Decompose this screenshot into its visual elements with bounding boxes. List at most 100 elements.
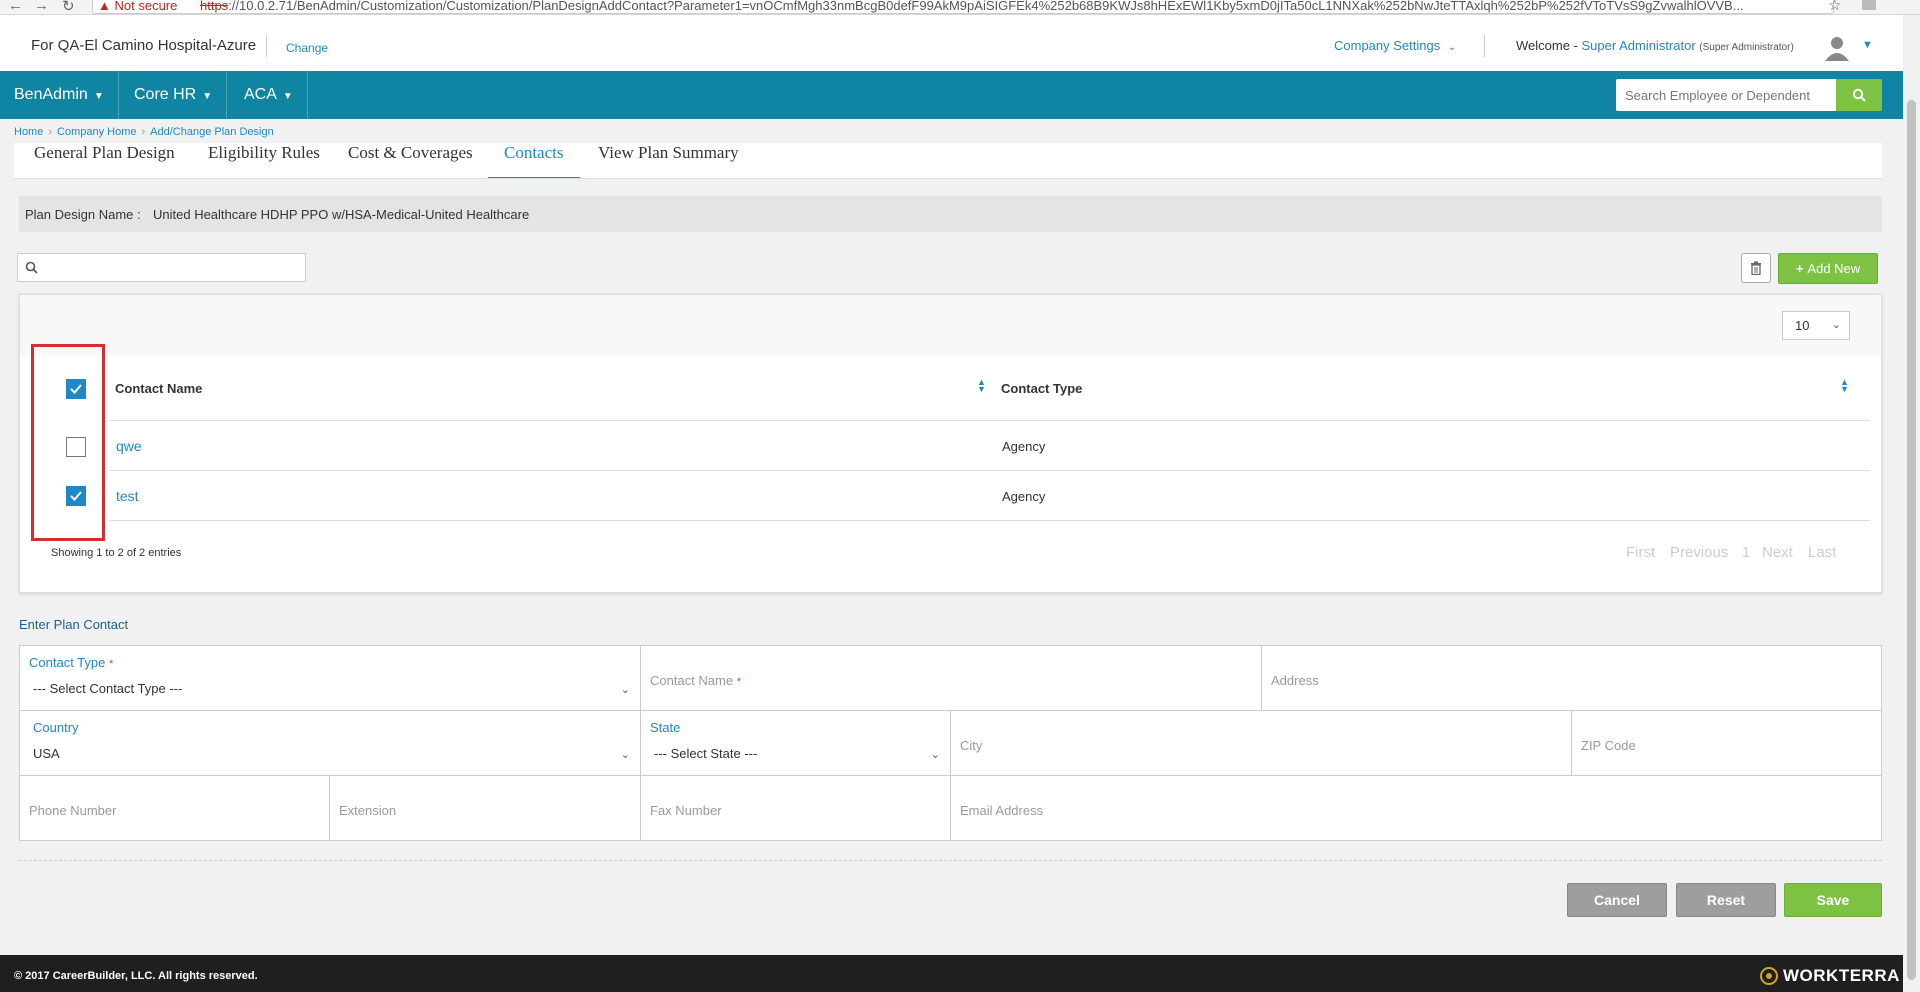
column-header-contact-name[interactable]: Contact Name: [115, 381, 202, 396]
checkmark-icon: [70, 491, 82, 501]
row-checkbox[interactable]: [66, 437, 86, 457]
extension-icon[interactable]: [1862, 0, 1876, 10]
employee-search-input[interactable]: [1616, 79, 1836, 111]
search-icon: [1852, 88, 1866, 102]
chevron-down-icon: ⌄: [620, 684, 630, 696]
address-placeholder: Address: [1271, 673, 1319, 688]
url-text[interactable]: https://10.0.2.71/BenAdmin/Customization…: [200, 0, 1820, 13]
user-role: (Super Administrator): [1699, 42, 1794, 53]
contact-name-field[interactable]: Contact Name *: [641, 646, 1262, 711]
state-value: --- Select State ---: [654, 746, 758, 761]
tab-divider: [14, 178, 1882, 179]
form-divider: [19, 860, 1882, 861]
footer: © 2017 CareerBuilder, LLC. All rights re…: [0, 955, 1903, 992]
phone-number-field[interactable]: Phone Number: [20, 776, 330, 840]
fax-number-placeholder: Fax Number: [650, 803, 722, 818]
state-label: State: [650, 720, 681, 735]
pager-first[interactable]: First: [1626, 544, 1655, 561]
select-all-checkbox[interactable]: [66, 379, 86, 399]
row-divider: [109, 520, 1870, 521]
plus-icon: +: [1795, 261, 1804, 276]
workterra-logo-icon: [1760, 967, 1778, 985]
zip-code-placeholder: ZIP Code: [1581, 738, 1636, 753]
plan-design-value: United Healthcare HDHP PPO w/HSA-Medical…: [153, 207, 530, 222]
contact-type-value: --- Select Contact Type ---: [33, 681, 183, 696]
tab-cost-coverages[interactable]: Cost & Coverages: [348, 143, 473, 177]
top-header: For QA-El Camino Hospital-Azure Change C…: [0, 15, 1903, 71]
page-scrollbar[interactable]: [1903, 15, 1920, 992]
chevron-down-icon: ▼: [93, 91, 104, 102]
enter-plan-contact-title: Enter Plan Contact: [19, 617, 129, 632]
column-header-contact-type[interactable]: Contact Type: [1001, 381, 1082, 396]
country-value: USA: [33, 746, 60, 761]
contact-type-select[interactable]: Contact Type * --- Select Contact Type -…: [20, 646, 641, 711]
user-name[interactable]: Super Administrator: [1582, 38, 1696, 53]
pager-next[interactable]: Next: [1762, 544, 1793, 561]
email-address-placeholder: Email Address: [960, 803, 1044, 818]
country-select[interactable]: Country USA ⌄: [20, 711, 641, 776]
required-asterisk: *: [736, 676, 741, 688]
nav-benadmin[interactable]: BenAdmin ▼: [0, 71, 119, 119]
sort-icon[interactable]: ▲ ▼: [977, 378, 986, 394]
breadcrumb-plan-design[interactable]: Add/Change Plan Design: [150, 126, 274, 138]
breadcrumb-separator: ›: [141, 126, 146, 138]
workterra-logo: WORKTERRA: [1760, 966, 1900, 986]
required-asterisk: *: [109, 658, 114, 670]
contact-name-link[interactable]: qwe: [116, 438, 142, 454]
contact-name-link[interactable]: test: [116, 488, 139, 504]
change-client-link[interactable]: Change: [286, 41, 328, 55]
delete-button[interactable]: [1741, 253, 1771, 283]
email-address-field[interactable]: Email Address: [951, 776, 1882, 840]
pager-last[interactable]: Last: [1808, 544, 1836, 561]
search-button[interactable]: [1836, 79, 1882, 111]
breadcrumb-separator: ›: [48, 126, 53, 138]
page-size-select[interactable]: 10 ⌄: [1782, 311, 1850, 340]
sort-icon[interactable]: ▲ ▼: [1840, 378, 1849, 394]
nav-aca[interactable]: ACA ▼: [230, 71, 308, 119]
pager-previous[interactable]: Previous: [1670, 544, 1728, 561]
reset-button[interactable]: Reset: [1676, 883, 1776, 917]
back-icon[interactable]: ←: [8, 0, 23, 14]
city-placeholder: City: [960, 738, 983, 753]
row-checkbox[interactable]: [66, 486, 86, 506]
trash-icon: [1751, 261, 1761, 275]
state-select[interactable]: State --- Select State --- ⌄: [641, 711, 951, 776]
table-filter-field[interactable]: [17, 253, 306, 282]
company-settings-menu[interactable]: Company Settings ⌄: [1334, 38, 1456, 53]
bookmark-star-icon[interactable]: ☆: [1828, 0, 1841, 14]
scrollbar-thumb[interactable]: [1907, 100, 1916, 980]
contact-type-cell: Agency: [1002, 489, 1046, 504]
forward-icon[interactable]: →: [34, 0, 49, 14]
row-divider: [109, 420, 1870, 421]
address-field[interactable]: Address: [1262, 646, 1882, 711]
chevron-down-icon: ⌄: [620, 749, 630, 761]
not-secure-indicator[interactable]: ▲ Not secure: [98, 0, 177, 13]
add-new-button[interactable]: + Add New: [1778, 253, 1878, 284]
main-nav: BenAdmin ▼ Core HR ▼ ACA ▼: [0, 71, 1903, 119]
fax-number-field[interactable]: Fax Number: [641, 776, 951, 840]
contact-type-label: Contact Type *: [29, 655, 114, 670]
browser-url-bar: ← → ↻ ▲ Not secure https://10.0.2.71/Ben…: [0, 0, 1920, 15]
city-field[interactable]: City: [951, 711, 1572, 776]
chevron-down-icon: ⌄: [1447, 42, 1457, 53]
header-divider: [266, 35, 267, 57]
phone-number-placeholder: Phone Number: [29, 803, 117, 818]
copyright-text: © 2017 CareerBuilder, LLC. All rights re…: [14, 970, 258, 982]
nav-core-hr[interactable]: Core HR ▼: [120, 71, 228, 119]
reload-icon[interactable]: ↻: [62, 0, 75, 14]
save-button[interactable]: Save: [1784, 883, 1882, 917]
pager-page-1[interactable]: 1: [1742, 544, 1750, 561]
extension-field[interactable]: Extension: [330, 776, 641, 840]
breadcrumb-home[interactable]: Home: [14, 126, 43, 138]
zip-code-field[interactable]: ZIP Code: [1572, 711, 1882, 776]
cancel-button[interactable]: Cancel: [1567, 883, 1667, 917]
table-filter-input[interactable]: [44, 257, 303, 279]
breadcrumb-company-home[interactable]: Company Home: [57, 126, 136, 138]
tab-view-plan-summary[interactable]: View Plan Summary: [598, 143, 739, 177]
tab-contacts[interactable]: Contacts: [488, 143, 580, 179]
user-menu-caret-icon[interactable]: ▼: [1862, 39, 1873, 51]
tab-eligibility-rules[interactable]: Eligibility Rules: [208, 143, 320, 177]
avatar[interactable]: [1822, 33, 1852, 63]
tab-general-plan-design[interactable]: General Plan Design: [34, 143, 175, 177]
breadcrumb: Home › Company Home › Add/Change Plan Design: [14, 126, 274, 138]
